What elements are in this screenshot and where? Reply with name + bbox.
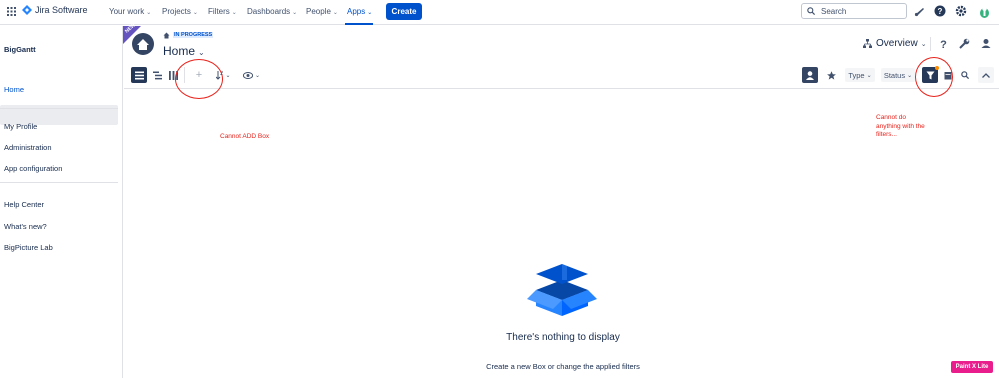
my-tasks-button[interactable] bbox=[802, 67, 818, 83]
sidebar-item-administration[interactable]: Administration bbox=[4, 143, 52, 152]
jira-logo-icon bbox=[22, 5, 32, 15]
list-view-icon bbox=[134, 71, 144, 79]
page-title[interactable]: Home ⌄ bbox=[163, 44, 205, 58]
chevron-down-icon: ⌄ bbox=[292, 10, 298, 16]
empty-state-subtitle: Create a new Box or change the applied f… bbox=[486, 362, 640, 371]
top-navigation: Jira Software Your work ⌄ Projects ⌄ Filte… bbox=[0, 0, 999, 25]
jira-logo[interactable]: Jira Software bbox=[22, 5, 88, 15]
favorite-button[interactable] bbox=[824, 68, 838, 82]
sidebar-item-whats-new[interactable]: What's new? bbox=[4, 222, 47, 231]
chevron-down-icon: ⌄ bbox=[332, 10, 338, 16]
search-placeholder: Search bbox=[821, 6, 847, 16]
tree-view-icon bbox=[152, 71, 162, 79]
sidebar-item-home[interactable]: Home bbox=[4, 85, 24, 94]
annotation-circle-add bbox=[175, 59, 223, 99]
notifications-icon[interactable] bbox=[914, 6, 925, 17]
watermark-badge: Paint X Lite bbox=[951, 361, 993, 373]
annotation-circle-filter bbox=[915, 57, 953, 97]
chevron-down-icon: ⌄ bbox=[198, 48, 205, 57]
chevron-down-icon: ⌄ bbox=[225, 72, 231, 79]
nav-projects[interactable]: Projects ⌄ bbox=[162, 7, 198, 16]
home-icon bbox=[163, 32, 170, 39]
annotation-add-note: Cannot ADD Box bbox=[220, 133, 270, 140]
sidebar-item-help-center[interactable]: Help Center bbox=[4, 200, 44, 209]
chevron-down-icon: ⌄ bbox=[146, 10, 152, 16]
chevron-down-icon: ⌄ bbox=[254, 72, 261, 79]
chevron-down-icon: ⌄ bbox=[920, 40, 927, 48]
active-tab-indicator bbox=[345, 23, 373, 25]
star-icon bbox=[826, 70, 836, 80]
status-badge: IN PROGRESS bbox=[173, 32, 214, 38]
annotation-filter-note: Cannot do anything with the filters... bbox=[876, 114, 925, 138]
collapse-toolbar-button[interactable] bbox=[978, 67, 994, 83]
nav-dashboards[interactable]: Dashboards ⌄ bbox=[247, 7, 297, 16]
chevron-down-icon: ⌄ bbox=[231, 10, 237, 16]
toolbar-bottom-border bbox=[124, 88, 999, 89]
help-icon[interactable]: ? bbox=[938, 38, 949, 49]
app-switcher-icon[interactable] bbox=[7, 7, 16, 16]
type-filter[interactable]: Type ⌄ bbox=[845, 68, 875, 82]
hierarchy-icon bbox=[863, 39, 872, 48]
sidebar: BigGantt Home My Profile Administration … bbox=[0, 26, 123, 378]
svg-text:?: ? bbox=[940, 39, 947, 49]
chevron-down-icon: ⌄ bbox=[367, 10, 373, 16]
search-icon bbox=[807, 7, 815, 15]
empty-state-title: There's nothing to display bbox=[506, 332, 620, 343]
sidebar-divider bbox=[0, 108, 118, 109]
search-button[interactable] bbox=[958, 68, 971, 82]
status-filter[interactable]: Status ⌄ bbox=[881, 68, 915, 82]
nav-your-work[interactable]: Your work ⌄ bbox=[109, 7, 151, 16]
visibility-button[interactable]: ⌄ bbox=[240, 68, 263, 82]
settings-gear-icon[interactable] bbox=[955, 5, 967, 17]
search-input[interactable]: Search bbox=[801, 3, 907, 19]
sidebar-app-name: BigGantt bbox=[4, 45, 36, 54]
chevron-up-icon bbox=[982, 72, 990, 78]
sidebar-divider bbox=[0, 182, 118, 183]
view-selector[interactable]: Overview ⌄ bbox=[863, 38, 927, 49]
chevron-down-icon: ⌄ bbox=[192, 10, 198, 16]
wbs-view-button[interactable] bbox=[150, 68, 164, 82]
sidebar-item-app-configuration[interactable]: App configuration bbox=[4, 164, 62, 173]
nav-apps[interactable]: Apps ⌄ bbox=[347, 7, 372, 16]
header-divider bbox=[930, 37, 931, 51]
user-settings-icon[interactable] bbox=[981, 38, 992, 49]
empty-box-illustration bbox=[527, 264, 597, 316]
product-name: Jira Software bbox=[35, 5, 88, 15]
nav-people[interactable]: People ⌄ bbox=[306, 7, 338, 16]
search-icon bbox=[960, 71, 969, 79]
wrench-icon[interactable] bbox=[959, 38, 970, 49]
chevron-down-icon: ⌄ bbox=[907, 72, 913, 79]
create-button[interactable]: Create bbox=[386, 3, 422, 20]
eye-icon bbox=[242, 71, 253, 79]
user-icon bbox=[806, 70, 814, 80]
svg-text:?: ? bbox=[938, 7, 943, 16]
chevron-down-icon: ⌄ bbox=[866, 72, 872, 79]
help-icon[interactable]: ? bbox=[934, 5, 946, 17]
sidebar-item-my-profile[interactable]: My Profile bbox=[4, 122, 37, 131]
sidebar-item-bigpicture-lab[interactable]: BigPicture Lab bbox=[4, 243, 53, 252]
profile-avatar-icon[interactable] bbox=[978, 4, 991, 19]
gantt-view-button[interactable] bbox=[131, 67, 147, 83]
nav-filters[interactable]: Filters ⌄ bbox=[208, 7, 237, 16]
